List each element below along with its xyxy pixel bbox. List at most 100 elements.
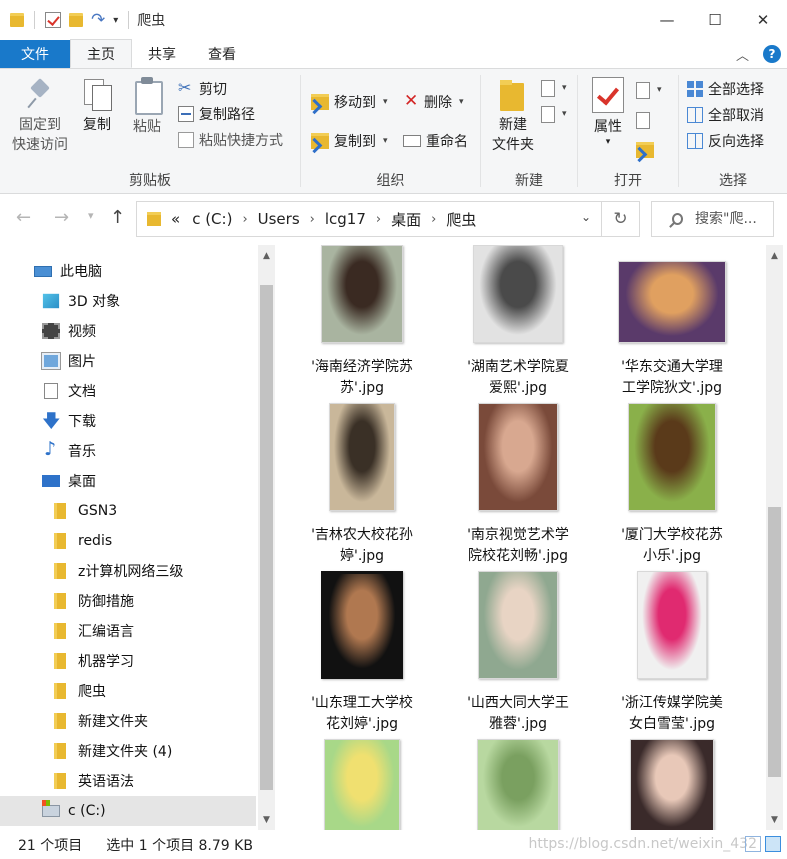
nav-item-videos[interactable]: 视频 bbox=[0, 316, 256, 346]
easy-access-button[interactable]: ▾ bbox=[541, 103, 567, 125]
scroll-up-arrow-icon[interactable]: ▲ bbox=[258, 247, 275, 264]
edit-icon bbox=[636, 111, 650, 129]
move-to-button[interactable]: 移动到 ▾ bbox=[311, 91, 388, 113]
new-folder-icon[interactable] bbox=[69, 13, 83, 27]
nav-item-folder[interactable]: 爬虫 bbox=[0, 676, 256, 706]
tab-home[interactable]: 主页 bbox=[70, 39, 132, 68]
folder-icon bbox=[54, 653, 66, 669]
collapse-ribbon-icon[interactable]: ︿ bbox=[736, 45, 749, 64]
pin-label-line1: 固定到 bbox=[19, 117, 61, 133]
nav-item-label: 桌面 bbox=[68, 474, 96, 490]
breadcrumb-item[interactable]: lcg17 bbox=[319, 210, 372, 228]
nav-item-c-drive[interactable]: c (C:) bbox=[0, 796, 256, 826]
nav-item-folder[interactable]: 防御措施 bbox=[0, 586, 256, 616]
file-item[interactable] bbox=[602, 739, 742, 830]
scroll-up-arrow-icon[interactable]: ▲ bbox=[766, 247, 783, 264]
nav-item-folder[interactable]: redis bbox=[0, 526, 256, 556]
nav-item-documents[interactable]: 文档 bbox=[0, 376, 256, 406]
nav-item-downloads[interactable]: 下载 bbox=[0, 406, 256, 439]
paste-button[interactable]: 粘贴 bbox=[126, 77, 168, 137]
file-item[interactable]: '山东理工大学校 花刘婷'.jpg bbox=[292, 571, 432, 735]
recent-locations-caret-icon[interactable]: ▾ bbox=[88, 209, 94, 222]
tab-share[interactable]: 共享 bbox=[132, 40, 192, 68]
new-item-button[interactable]: ▾ bbox=[541, 77, 567, 99]
edit-button[interactable] bbox=[636, 109, 650, 131]
file-item[interactable]: '厦门大学校花苏 小乐'.jpg bbox=[602, 403, 742, 567]
new-folder-button[interactable]: 新建 文件夹 bbox=[485, 77, 541, 155]
refresh-icon[interactable]: ↻ bbox=[601, 202, 639, 236]
nav-item-pictures[interactable]: 图片 bbox=[0, 346, 256, 376]
nav-item-music[interactable]: 音乐 bbox=[0, 436, 256, 466]
scrollbar-thumb[interactable] bbox=[768, 507, 781, 777]
file-item[interactable]: '浙江传媒学院美 女白雪莹'.jpg bbox=[602, 571, 742, 735]
pin-to-quick-access-button[interactable]: 固定到 快速访问 bbox=[8, 77, 72, 155]
delete-button[interactable]: 删除 ▾ bbox=[403, 91, 464, 113]
scroll-down-arrow-icon[interactable]: ▼ bbox=[258, 811, 275, 828]
address-bar[interactable]: « c (C:) › Users › lcg17 › 桌面 › 爬虫 ⌄ ↻ bbox=[136, 201, 640, 237]
paste-shortcut-button[interactable]: 粘贴快捷方式 bbox=[178, 129, 283, 151]
close-button[interactable]: ✕ bbox=[739, 0, 787, 40]
maximize-button[interactable]: ☐ bbox=[691, 0, 739, 40]
nav-item-folder[interactable]: 英语语法 bbox=[0, 766, 256, 796]
nav-item-this-pc[interactable]: 此电脑 bbox=[0, 256, 256, 286]
nav-item-folder[interactable]: 新建文件夹 bbox=[0, 706, 256, 736]
minimize-button[interactable]: — bbox=[643, 0, 691, 40]
nav-pane-scrollbar[interactable]: ▲ ▼ bbox=[258, 245, 275, 830]
copy-path-button[interactable]: 复制路径 bbox=[178, 103, 255, 125]
properties-icon[interactable] bbox=[45, 12, 61, 28]
scroll-down-arrow-icon[interactable]: ▼ bbox=[766, 811, 783, 828]
details-view-icon[interactable] bbox=[745, 836, 761, 852]
chevron-right-icon[interactable]: › bbox=[372, 212, 385, 227]
nav-item-folder[interactable]: z计算机网络三级 bbox=[0, 556, 256, 586]
chevron-right-icon[interactable]: › bbox=[238, 212, 251, 227]
large-icons-view-icon[interactable] bbox=[765, 836, 781, 852]
search-input[interactable] bbox=[695, 211, 773, 227]
customize-toolbar-caret-icon[interactable]: ▾ bbox=[113, 15, 118, 26]
tab-file[interactable]: 文件 bbox=[0, 40, 70, 68]
file-item[interactable]: '山西大同大学王 雅蓉'.jpg bbox=[448, 571, 588, 735]
breadcrumb-item[interactable]: 桌面 bbox=[385, 209, 427, 230]
file-item[interactable]: '华东交通大学理 工学院狄文'.jpg bbox=[602, 261, 742, 399]
nav-item-folder[interactable]: 机器学习 bbox=[0, 646, 256, 676]
image-thumbnail bbox=[618, 261, 726, 343]
address-dropdown-icon[interactable]: ⌄ bbox=[581, 210, 591, 224]
file-item[interactable] bbox=[448, 739, 588, 830]
search-box[interactable] bbox=[651, 201, 774, 237]
breadcrumb-item[interactable]: Users bbox=[252, 210, 306, 228]
nav-item-3d-objects[interactable]: 3D 对象 bbox=[0, 286, 256, 316]
select-none-button[interactable]: 全部取消 bbox=[687, 104, 764, 126]
forward-arrow-icon[interactable]: → bbox=[54, 207, 69, 228]
invert-selection-button[interactable]: 反向选择 bbox=[687, 130, 764, 152]
file-item[interactable]: '湖南艺术学院夏 爱熙'.jpg bbox=[448, 245, 588, 399]
undo-icon[interactable]: ↷ bbox=[91, 10, 105, 30]
file-item[interactable]: '吉林农大校花孙 婷'.jpg bbox=[292, 403, 432, 567]
breadcrumb-item[interactable]: c (C:) bbox=[186, 210, 238, 228]
select-all-button[interactable]: 全部选择 bbox=[687, 78, 764, 100]
file-item[interactable]: '海南经济学院苏 苏'.jpg bbox=[292, 245, 432, 399]
clipboard-group-label: 剪贴板 bbox=[129, 173, 171, 189]
nav-item-folder[interactable]: GSN3 bbox=[0, 496, 256, 526]
breadcrumb-overflow[interactable]: « bbox=[171, 210, 186, 228]
chevron-right-icon[interactable]: › bbox=[306, 212, 319, 227]
nav-item-folder[interactable]: 汇编语言 bbox=[0, 616, 256, 646]
history-button[interactable] bbox=[636, 139, 654, 161]
rename-label: 重命名 bbox=[426, 134, 468, 150]
copy-button[interactable]: 复制 bbox=[76, 77, 118, 135]
help-icon[interactable]: ? bbox=[763, 45, 781, 63]
properties-button[interactable]: 属性 ▾ bbox=[588, 77, 628, 147]
open-button[interactable]: ▾ bbox=[636, 79, 662, 101]
tab-view[interactable]: 查看 bbox=[192, 40, 252, 68]
file-list-scrollbar[interactable]: ▲ ▼ bbox=[766, 245, 783, 830]
file-item[interactable]: '南京视觉艺术学 院校花刘畅'.jpg bbox=[448, 403, 588, 567]
breadcrumb-item[interactable]: 爬虫 bbox=[440, 209, 482, 230]
file-item[interactable] bbox=[292, 739, 432, 830]
copy-to-button[interactable]: 复制到 ▾ bbox=[311, 130, 388, 152]
chevron-right-icon[interactable]: › bbox=[427, 212, 440, 227]
up-arrow-icon[interactable]: ↑ bbox=[110, 207, 125, 228]
cut-button[interactable]: 剪切 bbox=[178, 78, 227, 100]
nav-item-desktop[interactable]: 桌面 bbox=[0, 466, 256, 496]
rename-button[interactable]: 重命名 bbox=[403, 130, 468, 152]
scrollbar-thumb[interactable] bbox=[260, 285, 273, 790]
nav-item-folder[interactable]: 新建文件夹 (4) bbox=[0, 736, 256, 766]
back-arrow-icon[interactable]: ← bbox=[16, 207, 31, 228]
